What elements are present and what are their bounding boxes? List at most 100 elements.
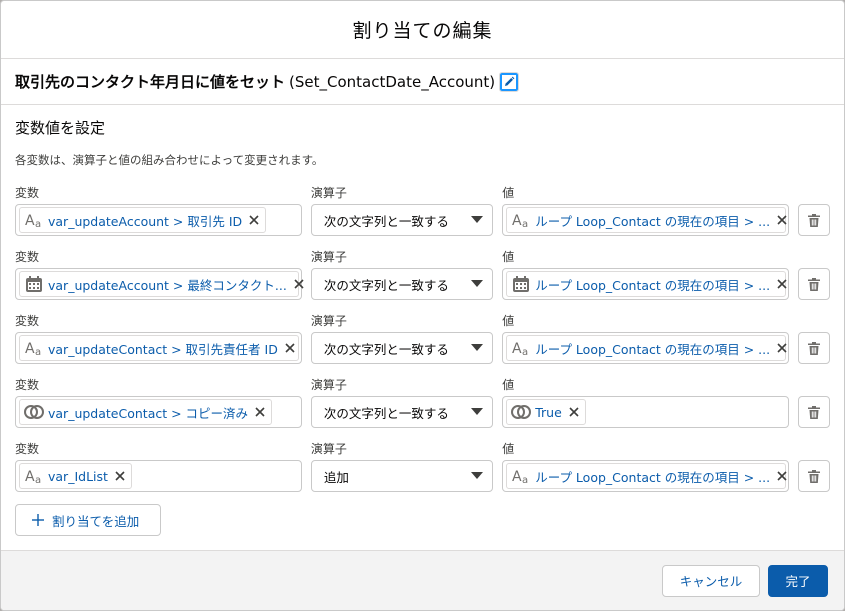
- variable-lookup[interactable]: Aa var_updateContact > 取引先責任者 ID: [15, 332, 302, 364]
- modal-header: 割り当ての編集: [1, 1, 844, 59]
- delete-row-button[interactable]: [798, 332, 830, 364]
- variable-label: 変数: [15, 442, 40, 456]
- variable-pill-text: var_IdList: [48, 468, 108, 484]
- value-label: 値: [502, 442, 515, 456]
- edit-label-button[interactable]: [499, 71, 520, 92]
- plus-icon: [32, 514, 44, 526]
- operator-value: 次の文字列と一致する: [323, 341, 449, 357]
- variable-pill[interactable]: Aa var_updateAccount > 取引先 ID: [19, 207, 267, 233]
- remove-variable-icon[interactable]: [253, 405, 267, 419]
- operator-select[interactable]: 次の文字列と一致する: [310, 332, 494, 364]
- variable-pill-text: var_updateAccount > 取引先 ID: [48, 213, 243, 229]
- variable-lookup[interactable]: Aa var_updateAccount > 取引先 ID: [15, 204, 302, 236]
- remove-variable-icon[interactable]: [292, 277, 306, 291]
- dropdown-arrow-icon: [471, 472, 484, 479]
- delete-row-button[interactable]: [798, 204, 830, 236]
- value-column: 値 Aa ループ Loop_Contact の現在の項目 > ...: [502, 314, 790, 364]
- variable-pill[interactable]: Aa var_IdList: [19, 463, 132, 489]
- variable-pill-text: var_updateContact > 取引先責任者 ID: [48, 341, 278, 357]
- pencil-icon: [505, 76, 515, 86]
- value-column: 値 Aa ループ Loop_Contact の現在の項目 > ...: [502, 442, 790, 492]
- variable-pill[interactable]: var_updateAccount > 最終コンタクト...: [19, 271, 304, 297]
- svg-text:A: A: [512, 213, 522, 228]
- operator-column: 演算子 次の文字列と一致する: [310, 186, 494, 236]
- assignment-row-5: 変数 Aa var_IdList 演算子 追加 値 Aa ループ Loop_Co…: [15, 442, 830, 506]
- value-pill[interactable]: Aa ループ Loop_Contact の現在の項目 > ...: [506, 463, 789, 489]
- dropdown-arrow-icon: [471, 344, 484, 351]
- trash-icon: [808, 277, 821, 291]
- operator-select[interactable]: 次の文字列と一致する: [310, 204, 494, 236]
- svg-text:a: a: [522, 219, 528, 228]
- variable-pill[interactable]: var_updateContact > コピー済み: [19, 399, 273, 425]
- trash-icon: [808, 405, 821, 419]
- remove-value-icon[interactable]: [775, 341, 789, 355]
- operator-label: 演算子: [310, 314, 347, 328]
- add-assignment-label: 割り当てを追加: [52, 513, 140, 529]
- remove-value-icon[interactable]: [567, 405, 581, 419]
- variable-column: 変数 var_updateContact > コピー済み: [15, 378, 302, 428]
- value-lookup[interactable]: Aa ループ Loop_Contact の現在の項目 > ...: [502, 460, 790, 492]
- value-pill[interactable]: Aa ループ Loop_Contact の現在の項目 > ...: [506, 207, 789, 233]
- value-label: 値: [502, 378, 515, 392]
- section-description: 各変数は、演算子と値の組み合わせによって変更されます。: [15, 153, 324, 167]
- remove-value-icon[interactable]: [775, 277, 789, 291]
- value-label: 値: [502, 250, 515, 264]
- value-column: 値 Aa ループ Loop_Contact の現在の項目 > ...: [502, 186, 790, 236]
- remove-value-icon[interactable]: [775, 213, 789, 227]
- variable-pill[interactable]: Aa var_updateContact > 取引先責任者 ID: [19, 335, 299, 361]
- operator-value: 次の文字列と一致する: [323, 405, 449, 421]
- remove-value-icon[interactable]: [775, 469, 789, 483]
- cancel-button[interactable]: キャンセル: [662, 564, 760, 597]
- variable-lookup[interactable]: Aa var_IdList: [15, 460, 302, 492]
- calendar-icon: [511, 274, 531, 294]
- operator-label: 演算子: [310, 186, 347, 200]
- done-button[interactable]: 完了: [768, 564, 828, 597]
- delete-row-button[interactable]: [798, 396, 830, 428]
- modal-title: 割り当ての編集: [352, 20, 493, 42]
- remove-variable-icon[interactable]: [247, 213, 261, 227]
- operator-value: 追加: [323, 469, 349, 485]
- calendar-icon: [24, 274, 44, 294]
- text-icon: Aa: [511, 210, 531, 230]
- variable-column: 変数 Aa var_updateContact > 取引先責任者 ID: [15, 314, 302, 364]
- variable-label: 変数: [15, 314, 40, 328]
- operator-value: 次の文字列と一致する: [323, 277, 449, 293]
- operator-select[interactable]: 次の文字列と一致する: [310, 268, 494, 300]
- add-assignment-button[interactable]: 割り当てを追加: [15, 504, 161, 536]
- operator-select[interactable]: 次の文字列と一致する: [310, 396, 494, 428]
- svg-text:a: a: [35, 475, 41, 484]
- value-label: 値: [502, 314, 515, 328]
- element-api-name: (Set_ContactDate_Account): [289, 72, 496, 91]
- text-icon: Aa: [511, 466, 531, 486]
- text-icon: Aa: [24, 466, 44, 486]
- variable-pill-text: var_updateAccount > 最終コンタクト...: [48, 277, 287, 293]
- value-lookup[interactable]: ループ Loop_Contact の現在の項目 > ...: [502, 268, 790, 300]
- remove-variable-icon[interactable]: [283, 341, 297, 355]
- value-label: 値: [502, 186, 515, 200]
- variable-column: 変数 Aa var_updateAccount > 取引先 ID: [15, 186, 302, 236]
- svg-text:a: a: [522, 347, 528, 356]
- value-pill[interactable]: Aa ループ Loop_Contact の現在の項目 > ...: [506, 335, 789, 361]
- variable-label: 変数: [15, 378, 40, 392]
- value-lookup[interactable]: True: [502, 396, 790, 428]
- value-pill[interactable]: True: [506, 399, 586, 425]
- element-title-row: 取引先のコンタクト年月日に値をセット (Set_ContactDate_Acco…: [1, 59, 844, 105]
- variable-lookup[interactable]: var_updateAccount > 最終コンタクト...: [15, 268, 304, 300]
- modal-footer: キャンセル 完了: [1, 550, 844, 610]
- delete-row-button[interactable]: [798, 460, 830, 492]
- operator-column: 演算子 次の文字列と一致する: [310, 250, 494, 300]
- svg-text:A: A: [512, 469, 522, 484]
- variable-column: 変数 Aa var_IdList: [15, 442, 302, 492]
- value-lookup[interactable]: Aa ループ Loop_Contact の現在の項目 > ...: [502, 332, 790, 364]
- section-title: 変数値を設定: [15, 119, 106, 137]
- operator-value: 次の文字列と一致する: [323, 213, 449, 229]
- remove-variable-icon[interactable]: [113, 469, 127, 483]
- toggle-icon: [24, 402, 44, 422]
- value-lookup[interactable]: Aa ループ Loop_Contact の現在の項目 > ...: [502, 204, 790, 236]
- text-icon: Aa: [511, 338, 531, 358]
- value-pill-text: ループ Loop_Contact の現在の項目 > ...: [535, 469, 771, 485]
- value-pill[interactable]: ループ Loop_Contact の現在の項目 > ...: [506, 271, 789, 297]
- variable-lookup[interactable]: var_updateContact > コピー済み: [15, 396, 302, 428]
- operator-select[interactable]: 追加: [310, 460, 494, 492]
- delete-row-button[interactable]: [798, 268, 830, 300]
